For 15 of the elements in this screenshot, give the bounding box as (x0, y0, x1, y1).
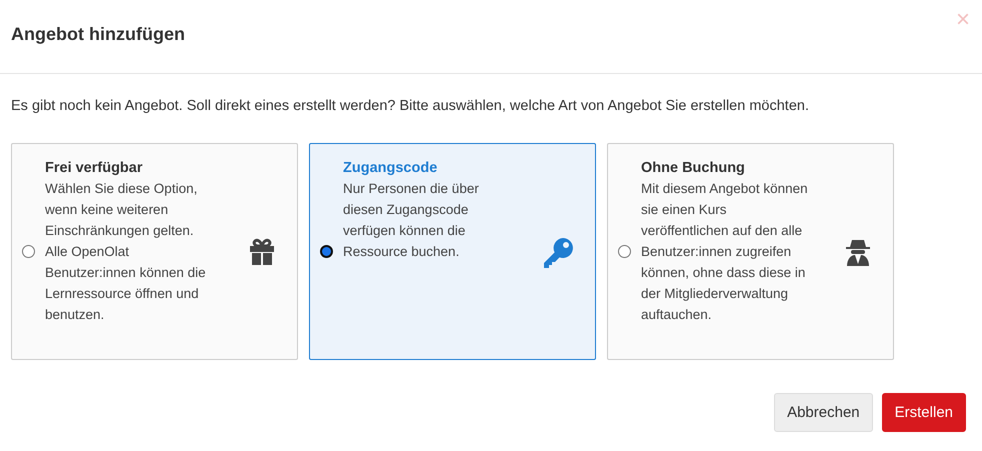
option-title: Ohne Buchung (641, 159, 746, 178)
cancel-button[interactable]: Abbrechen (774, 393, 873, 432)
intro-text: Es gibt noch kein Angebot. Soll direkt eines erstellt werden? Bitte auswählen, welche Art von Angebot Sie erstellen möchten. (11, 98, 810, 114)
option-description: Wählen Sie diese Option, wenn keine weiteren Einschränkungen gelten. Alle OpenOlat Benutzer:innen können die Lernressource öffnen und benutzen. (45, 180, 207, 324)
option-title: Frei verfügbar (45, 159, 144, 178)
option-description: Mit diesem Angebot können sie einen Kurs veröffentlichen auf den alle Benutzer:innen zugreifen können, ohne dass diese in der Mitgliederverwaltung auftauchen. (641, 180, 809, 324)
option-title: Zugangscode (343, 159, 438, 178)
key-icon (543, 236, 575, 268)
gift-icon (247, 236, 277, 266)
create-button[interactable]: Erstellen (882, 393, 966, 432)
radio-button[interactable] (320, 245, 333, 258)
dialog-title: Angebot hinzufügen (11, 24, 185, 46)
option-description: Nur Personen die über diesen Zugangscode verfügen können die Ressource buchen. (343, 180, 480, 261)
radio-button[interactable] (22, 245, 35, 258)
radio-button[interactable] (618, 245, 631, 258)
